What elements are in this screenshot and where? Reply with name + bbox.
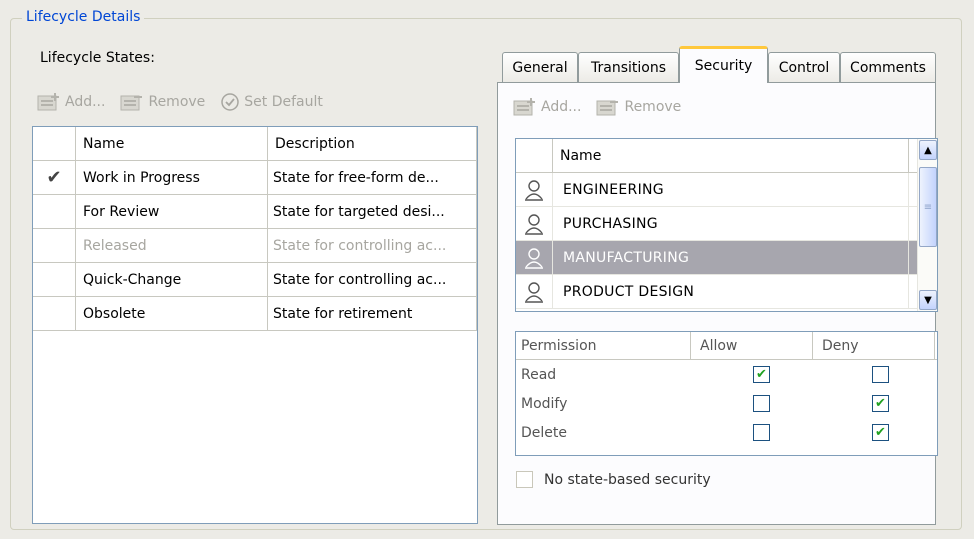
header-permission: Permission (516, 332, 691, 359)
member-name: MANUFACTURING (553, 241, 909, 274)
default-check-icon: ✔ (33, 161, 76, 194)
state-name: For Review (76, 195, 268, 228)
header-default-column (33, 127, 76, 160)
state-name: Work in Progress (76, 161, 268, 194)
remove-state-button[interactable]: Remove (119, 92, 205, 112)
allow-checkbox[interactable] (753, 424, 770, 441)
state-name: Released (76, 229, 268, 262)
member-name: ENGINEERING (553, 173, 909, 206)
header-description[interactable]: Description (268, 127, 477, 160)
lifecycle-states-label: Lifecycle States: (40, 50, 155, 66)
no-state-security-checkbox[interactable] (516, 471, 533, 488)
allow-checkbox[interactable] (753, 395, 770, 412)
set-default-icon (221, 93, 240, 111)
deny-checkbox[interactable]: ✔ (872, 395, 889, 412)
table-row[interactable]: Released State for controlling ac... (33, 229, 477, 263)
state-description: State for controlling ac... (268, 229, 477, 262)
state-description: State for targeted desi... (268, 195, 477, 228)
members-scrollbar[interactable]: ▲ ≡ ▼ (917, 139, 937, 311)
member-name: PRODUCT DESIGN (553, 275, 909, 308)
set-default-button[interactable]: Set Default (219, 92, 323, 112)
add-icon (37, 93, 59, 111)
member-name: PURCHASING (553, 207, 909, 240)
table-row[interactable]: ✔ Work in Progress State for free-form d… (33, 161, 477, 195)
state-description: State for controlling ac... (268, 263, 477, 296)
add-state-label: Add... (65, 94, 106, 110)
members-table[interactable]: Name ENGINEERING PURCHASING MANUFACTURIN… (515, 138, 938, 312)
add-state-button[interactable]: Add... (36, 92, 105, 112)
states-toolbar: Add... Remove Set Default (36, 92, 337, 112)
allow-checkbox[interactable]: ✔ (753, 366, 770, 383)
table-header: Permission Allow Deny (516, 332, 937, 360)
remove-icon (596, 100, 619, 116)
header-deny: Deny (813, 332, 935, 359)
table-header: Name (516, 139, 937, 173)
permission-name: Read (521, 366, 557, 383)
table-row[interactable]: PRODUCT DESIGN (516, 275, 937, 309)
remove-member-button[interactable]: Remove (595, 97, 681, 117)
tab-security[interactable]: Security (679, 46, 768, 83)
scroll-thumb[interactable]: ≡ (919, 167, 937, 247)
tab-transitions[interactable]: Transitions (578, 52, 679, 82)
set-default-label: Set Default (244, 94, 323, 110)
permissions-table: Permission Allow Deny Read ✔ Modify ✔ De… (515, 331, 938, 456)
state-description: State for free-form de... (268, 161, 477, 194)
tab-comments[interactable]: Comments (840, 52, 936, 82)
remove-icon (120, 95, 143, 111)
table-row[interactable]: Quick-Change State for controlling ac... (33, 263, 477, 297)
scroll-down-icon[interactable]: ▼ (919, 290, 937, 310)
header-name[interactable]: Name (553, 139, 909, 172)
table-row[interactable]: PURCHASING (516, 207, 937, 241)
permission-row: Delete ✔ (516, 418, 937, 447)
user-icon (516, 173, 553, 206)
header-allow: Allow (691, 332, 813, 359)
user-icon (516, 207, 553, 240)
scroll-up-icon[interactable]: ▲ (919, 140, 937, 160)
add-icon (513, 98, 535, 116)
permission-row: Read ✔ (516, 360, 937, 389)
add-member-label: Add... (541, 99, 582, 115)
remove-member-label: Remove (624, 99, 682, 115)
table-row[interactable]: Obsolete State for retirement (33, 297, 477, 331)
permission-row: Modify ✔ (516, 389, 937, 418)
permission-name: Modify (521, 395, 568, 412)
deny-checkbox[interactable]: ✔ (872, 424, 889, 441)
remove-state-label: Remove (148, 94, 206, 110)
table-row[interactable]: ENGINEERING (516, 173, 937, 207)
no-state-security-option[interactable]: No state-based security (516, 471, 711, 488)
state-name: Obsolete (76, 297, 268, 330)
no-state-security-label: No state-based security (544, 471, 711, 488)
deny-checkbox[interactable] (872, 366, 889, 383)
members-toolbar: Add... Remove (512, 97, 695, 117)
lifecycle-states-table[interactable]: Name Description ✔ Work in Progress Stat… (32, 126, 478, 524)
state-description: State for retirement (268, 297, 477, 330)
user-icon (516, 241, 553, 274)
add-member-button[interactable]: Add... (512, 97, 581, 117)
table-row[interactable]: For Review State for targeted desi... (33, 195, 477, 229)
header-name[interactable]: Name (76, 127, 268, 160)
user-icon (516, 275, 553, 308)
permission-name: Delete (521, 424, 567, 441)
group-title: Lifecycle Details (22, 9, 145, 25)
tab-general[interactable]: General (502, 52, 578, 82)
table-row[interactable]: MANUFACTURING (516, 241, 937, 275)
state-name: Quick-Change (76, 263, 268, 296)
table-header: Name Description (33, 127, 477, 161)
tab-control[interactable]: Control (768, 52, 840, 82)
